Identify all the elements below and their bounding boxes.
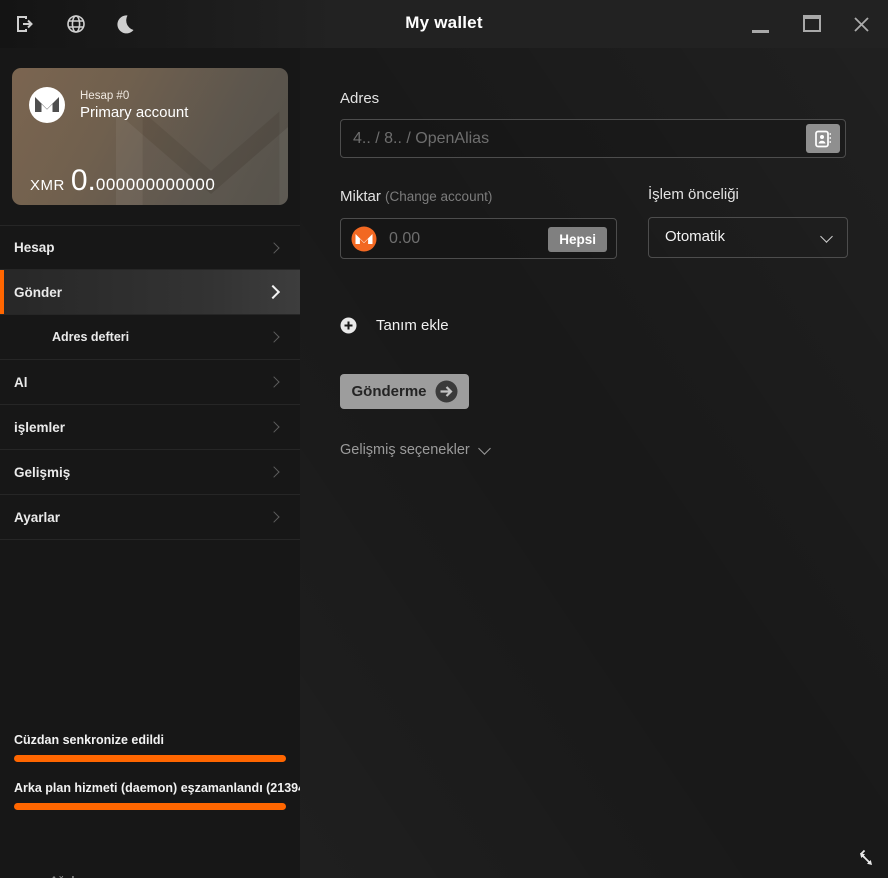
- address-book-button[interactable]: [806, 124, 840, 153]
- chevron-right-icon: [268, 421, 279, 432]
- amount-label: Miktar (Change account): [340, 188, 492, 205]
- amount-input[interactable]: [389, 219, 509, 258]
- priority-label: İşlem önceliği: [648, 186, 739, 203]
- account-name: Primary account: [80, 104, 188, 121]
- balance: XMR 0. 000000000000: [30, 164, 215, 198]
- balance-integer: 0.: [71, 164, 96, 198]
- chevron-right-icon: [266, 285, 280, 299]
- sidebar-item-adres-defteri[interactable]: Adres defteri: [0, 315, 300, 360]
- sidebar-item-gonder[interactable]: Gönder: [0, 270, 300, 315]
- titlebar: My wallet: [0, 0, 888, 48]
- address-inputbox: [340, 119, 846, 158]
- send-button[interactable]: Gönderme: [340, 374, 469, 409]
- maximize-button[interactable]: [803, 15, 821, 32]
- balance-fraction: 000000000000: [96, 175, 215, 195]
- chevron-right-icon: [268, 466, 279, 477]
- monero-logo-icon: [28, 86, 66, 124]
- sidebar-item-gelismis[interactable]: Gelişmiş: [0, 450, 300, 495]
- address-input[interactable]: [353, 120, 706, 157]
- change-account-link[interactable]: (Change account): [385, 189, 492, 204]
- sidebar-menu: Hesap Gönder Adres defteri Al işlemler G…: [0, 225, 300, 540]
- priority-dropdown[interactable]: Otomatik: [648, 217, 848, 258]
- account-number: Hesap #0: [80, 90, 129, 102]
- address-label: Adres: [340, 90, 379, 107]
- daemon-sync-status: Arka plan hizmeti (daemon) eşzamanlandı …: [14, 781, 300, 795]
- balance-currency: XMR: [30, 177, 65, 194]
- wallet-sync-progressbar: [14, 755, 286, 762]
- sidebar-item-ayarlar[interactable]: Ayarlar: [0, 495, 300, 540]
- amount-inputbox: Hepsi: [340, 218, 617, 259]
- sidebar: Hesap #0 Primary account XMR 0. 00000000…: [0, 48, 300, 878]
- advanced-options-toggle[interactable]: Gelişmiş seçenekler: [340, 442, 489, 458]
- sidebar-item-hesap[interactable]: Hesap: [0, 225, 300, 270]
- chevron-right-icon: [268, 242, 279, 253]
- priority-selected-value: Otomatik: [665, 228, 725, 245]
- resize-handle-icon[interactable]: [856, 849, 876, 869]
- plus-circle-icon: [340, 317, 357, 334]
- sidebar-item-al[interactable]: Al: [0, 360, 300, 405]
- wallet-sync-status: Cüzdan senkronize edildi: [14, 733, 300, 747]
- chevron-down-icon: [478, 442, 491, 455]
- selected-indicator: [0, 270, 4, 314]
- add-description-button[interactable]: Tanım ekle: [340, 317, 449, 334]
- arrow-right-circle-icon: [435, 380, 458, 403]
- account-card: Hesap #0 Primary account XMR 0. 00000000…: [12, 68, 288, 205]
- chevron-right-icon: [268, 511, 279, 522]
- minimize-button[interactable]: [752, 30, 769, 33]
- chevron-right-icon: [268, 376, 279, 387]
- close-button[interactable]: [851, 14, 872, 40]
- send-page: Adres Miktar (Change account) Hepsi İşle…: [300, 48, 888, 878]
- chevron-down-icon: [820, 230, 833, 243]
- sidebar-item-islemler[interactable]: işlemler: [0, 405, 300, 450]
- daemon-sync-progressbar: [14, 803, 286, 810]
- chevron-right-icon: [268, 331, 279, 342]
- send-all-button[interactable]: Hepsi: [548, 227, 607, 252]
- monero-coin-icon: [351, 226, 377, 252]
